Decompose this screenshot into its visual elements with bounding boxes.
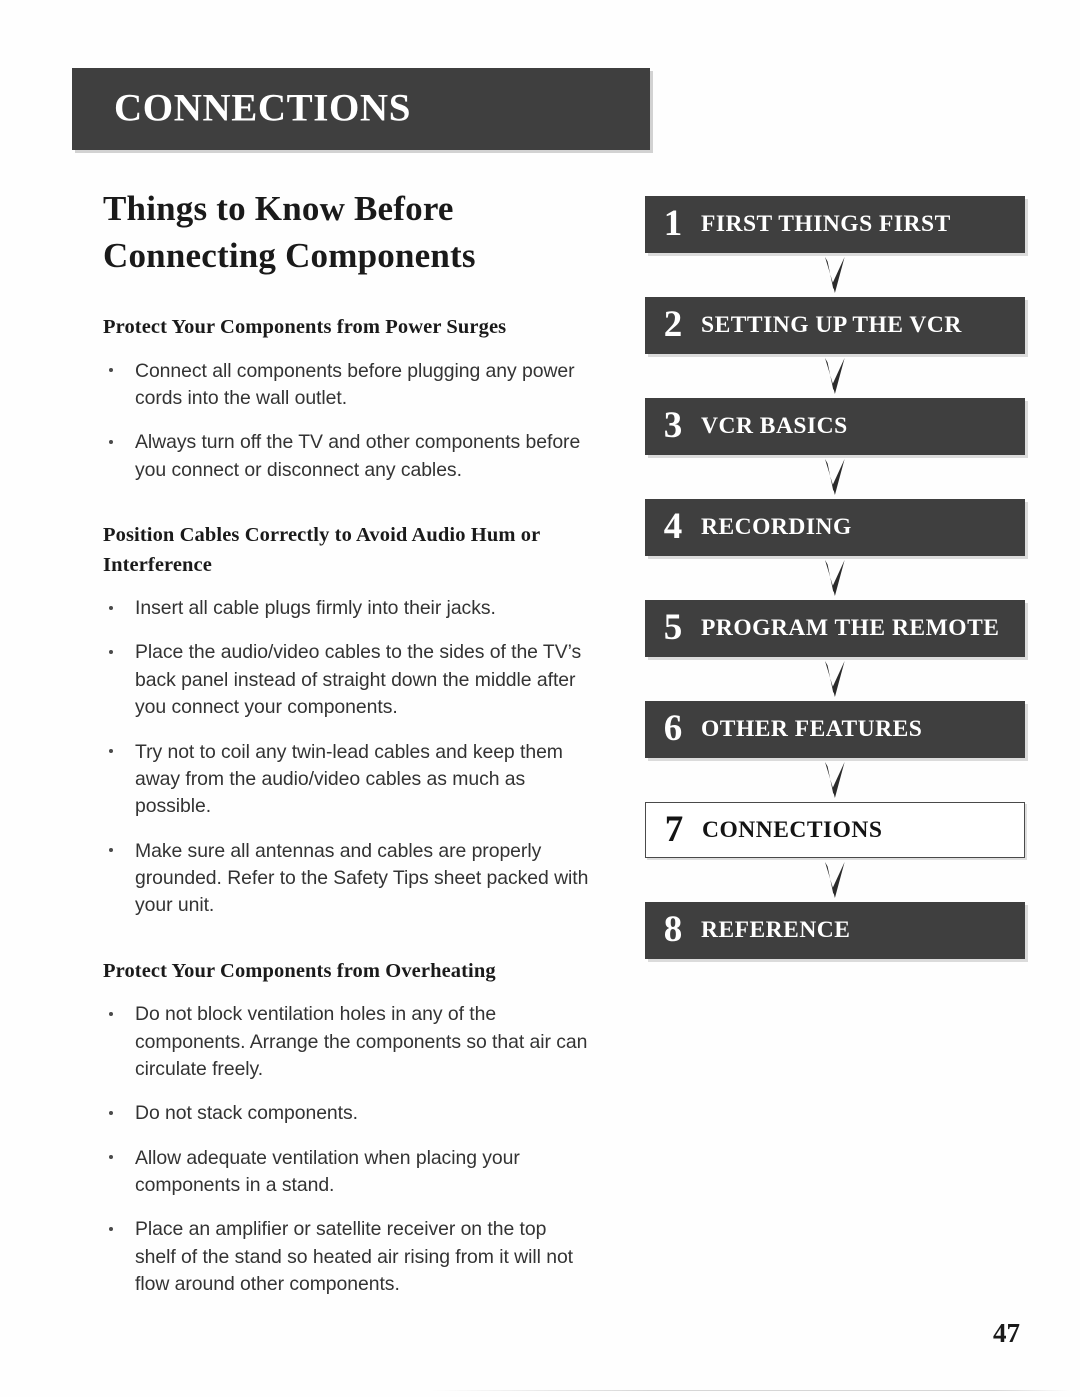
subsection-heading: Position Cables Correctly to Avoid Audio… — [103, 524, 540, 576]
bullet-marker-icon — [109, 1155, 113, 1160]
bullet-marker-icon — [109, 848, 113, 853]
page-title: Things to Know Before Connecting Compone… — [103, 189, 476, 275]
nav-item-label: SETTING UP THE VCR — [701, 312, 962, 338]
bullet-item: Place an amplifier or satellite receiver… — [103, 1216, 590, 1298]
nav-item-program-the-remote[interactable]: 5 PROGRAM THE REMOTE — [645, 600, 1025, 657]
bullet-text: Do not block ventilation holes in any of… — [135, 1003, 588, 1080]
bullet-text: Place the audio/video cables to the side… — [135, 641, 582, 719]
nav-item-number: 7 — [664, 808, 684, 850]
subsection-heading: Protect Your Components from Power Surge… — [103, 316, 507, 339]
subsection-heading: Protect Your Components from Overheating — [103, 959, 496, 982]
nav-item-number: 2 — [663, 304, 683, 345]
chevron-down-arrow-icon — [645, 354, 1025, 398]
chevron-down-arrow-icon — [645, 758, 1025, 802]
subsection: Position Cables Correctly to Avoid Audio… — [103, 521, 590, 946]
nav-item-first-things-first[interactable]: 1 FIRST THINGS FIRST — [645, 196, 1025, 253]
nav-item-label: FIRST THINGS FIRST — [701, 211, 951, 237]
nav-item-number: 6 — [663, 708, 683, 749]
document-page: CONNECTIONS Things to Know Before Connec… — [0, 0, 1080, 1397]
nav-item-label: OTHER FEATURES — [701, 716, 923, 742]
nav-item-label: RECORDING — [701, 514, 852, 540]
bullet-marker-icon — [109, 1111, 113, 1116]
subsection-spacer — [103, 484, 590, 510]
section-banner-label: CONNECTIONS — [114, 86, 411, 130]
scan-edge-artifact — [430, 1390, 1070, 1391]
nav-item-connections[interactable]: 7 CONNECTIONS — [645, 802, 1025, 858]
nav-item-recording[interactable]: 4 RECORDING — [645, 499, 1025, 556]
main-content-column: Things to Know Before Connecting Compone… — [103, 186, 590, 1309]
bullet-text: Always turn off the TV and other compone… — [135, 431, 581, 481]
nav-item-number: 3 — [663, 405, 683, 446]
nav-item-setting-up-the-vcr[interactable]: 2 SETTING UP THE VCR — [645, 297, 1025, 354]
chevron-down-arrow-icon — [645, 556, 1025, 600]
bullet-marker-icon — [109, 1012, 113, 1017]
nav-item-label: REFERENCE — [701, 917, 851, 943]
bullet-marker-icon — [109, 440, 113, 445]
bullet-marker-icon — [109, 650, 113, 655]
chevron-down-arrow-icon — [645, 657, 1025, 701]
bullet-text: Place an amplifier or satellite receiver… — [135, 1218, 574, 1296]
subsection-list: Protect Your Components from Power Surge… — [103, 313, 590, 1298]
bullet-item: Place the audio/video cables to the side… — [103, 639, 590, 721]
bullet-item: Do not block ventilation holes in any of… — [103, 1001, 590, 1083]
bullet-list: Insert all cable plugs firmly into their… — [103, 595, 590, 920]
bullet-text: Insert all cable plugs firmly into their… — [135, 597, 496, 620]
section-nav-chain: 1 FIRST THINGS FIRST 2 SETTING UP THE VCR 3 V… — [645, 196, 1025, 959]
nav-item-number: 5 — [663, 607, 683, 648]
bullet-item: Allow adequate ventilation when placing … — [103, 1145, 590, 1200]
bullet-item: Do not stack components. — [103, 1100, 590, 1127]
bullet-item: Insert all cable plugs firmly into their… — [103, 595, 590, 622]
subsection-spacer — [103, 920, 590, 946]
subsection: Protect Your Components from Overheating… — [103, 957, 590, 1299]
nav-item-other-features[interactable]: 6 OTHER FEATURES — [645, 701, 1025, 758]
chevron-down-arrow-icon — [645, 253, 1025, 297]
nav-item-number: 4 — [663, 506, 683, 547]
chevron-down-arrow-icon — [645, 455, 1025, 499]
bullet-list: Do not block ventilation holes in any of… — [103, 1001, 590, 1298]
bullet-text: Try not to coil any twin-lead cables and… — [135, 740, 563, 818]
bullet-text: Do not stack components. — [135, 1102, 358, 1125]
bullet-item: Make sure all antennas and cables are pr… — [103, 838, 590, 920]
bullet-marker-icon — [109, 749, 113, 754]
bullet-item: Try not to coil any twin-lead cables and… — [103, 739, 590, 821]
bullet-item: Always turn off the TV and other compone… — [103, 429, 590, 484]
bullet-list: Connect all components before plugging a… — [103, 358, 590, 484]
subsection: Protect Your Components from Power Surge… — [103, 313, 590, 510]
nav-item-number: 8 — [663, 909, 683, 950]
nav-item-reference[interactable]: 8 REFERENCE — [645, 902, 1025, 959]
chevron-down-arrow-icon — [645, 858, 1025, 902]
nav-item-label: PROGRAM THE REMOTE — [701, 615, 1000, 641]
bullet-text: Allow adequate ventilation when placing … — [135, 1146, 520, 1196]
bullet-marker-icon — [109, 1227, 113, 1232]
nav-item-number: 1 — [663, 203, 683, 244]
bullet-marker-icon — [109, 368, 113, 373]
nav-item-vcr-basics[interactable]: 3 VCR BASICS — [645, 398, 1025, 455]
nav-item-label: VCR BASICS — [701, 413, 848, 439]
section-banner: CONNECTIONS — [72, 68, 650, 150]
bullet-text: Connect all components before plugging a… — [135, 359, 575, 409]
bullet-item: Connect all components before plugging a… — [103, 358, 590, 413]
page-number: 47 — [993, 1318, 1020, 1348]
bullet-marker-icon — [109, 605, 113, 610]
bullet-text: Make sure all antennas and cables are pr… — [135, 839, 589, 917]
nav-item-label: CONNECTIONS — [702, 816, 883, 843]
